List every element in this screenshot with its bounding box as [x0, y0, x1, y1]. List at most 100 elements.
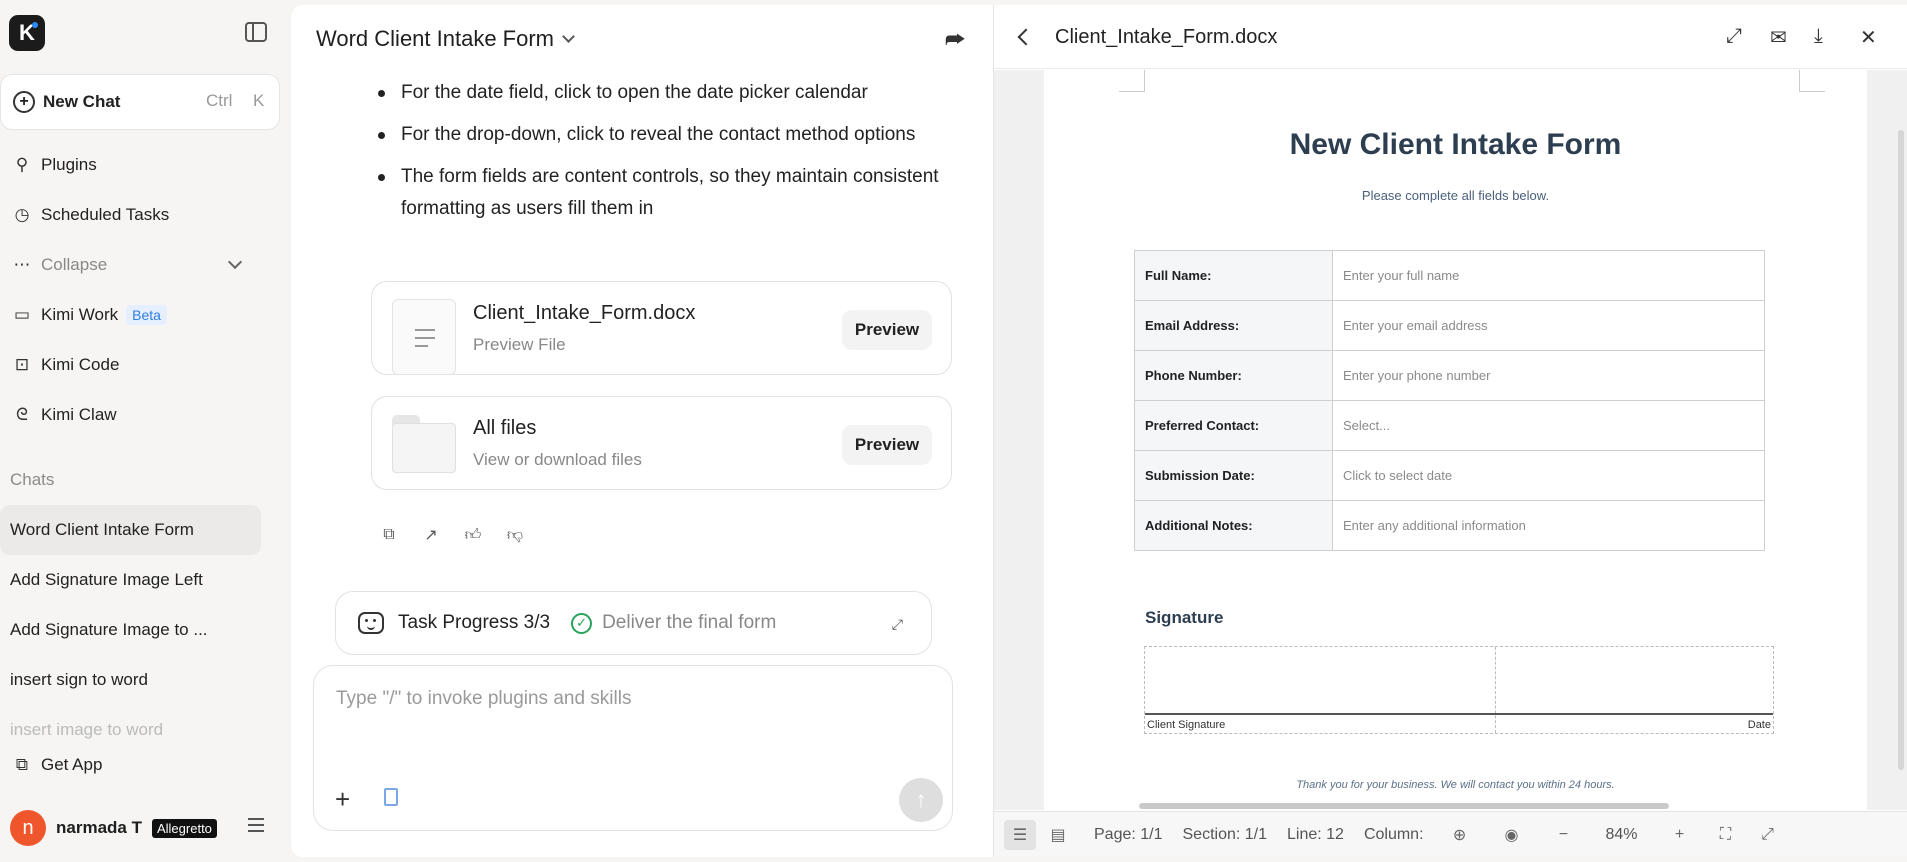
- fit-page-icon[interactable]: ⛶: [1710, 820, 1742, 850]
- task-progress[interactable]: Task Progress 3/3 ✓ Deliver the final fo…: [335, 591, 932, 655]
- document-icon: [392, 299, 456, 375]
- line-indicator: Line: 12: [1287, 825, 1344, 843]
- sidebar-item-label: Kimi Code: [41, 355, 120, 374]
- sidebar-item-plugins[interactable]: ⚲ Plugins: [0, 145, 280, 185]
- field-dropdown[interactable]: Select...: [1332, 400, 1765, 451]
- sidebar-item-kimi-claw[interactable]: ᘓ Kimi Claw: [0, 395, 280, 435]
- zoom-in-icon[interactable]: +: [1664, 820, 1696, 850]
- chat-title-dropdown[interactable]: Word Client Intake Form: [316, 26, 575, 52]
- vertical-scrollbar[interactable]: [1898, 130, 1904, 770]
- send-button[interactable]: ↑: [899, 778, 943, 822]
- page-indicator: Page: 1/1: [1094, 825, 1163, 843]
- sidebar-item-kimi-work[interactable]: ▭ Kimi Work Beta: [0, 295, 280, 335]
- message-composer[interactable]: Type "/" to invoke plugins and skills + …: [313, 665, 953, 831]
- back-icon[interactable]: [1017, 28, 1035, 46]
- get-app-button[interactable]: ⧉ Get App: [0, 745, 280, 785]
- client-signature-label: Client Signature: [1147, 719, 1226, 731]
- column-indicator: Column:: [1363, 825, 1424, 843]
- horizontal-scrollbar[interactable]: [1139, 803, 1669, 809]
- preview-header: Client_Intake_Form.docx ⤢ ✉ ⤓ ✕: [994, 5, 1907, 69]
- composer-input[interactable]: Type "/" to invoke plugins and skills: [336, 688, 631, 710]
- chat-item[interactable]: Add Signature Image Left: [0, 555, 261, 605]
- section-indicator: Section: 1/1: [1182, 825, 1268, 843]
- document-icon[interactable]: [384, 788, 398, 806]
- field-input[interactable]: Enter your email address: [1332, 300, 1765, 351]
- field-date-picker[interactable]: Click to select date: [1332, 450, 1765, 501]
- fullscreen-icon[interactable]: ⤢: [1752, 820, 1784, 850]
- field-label: Additional Notes:: [1134, 500, 1333, 551]
- chat-item[interactable]: insert sign to word: [0, 655, 261, 705]
- devices-icon: ⧉: [15, 755, 29, 774]
- kimi-logo[interactable]: K: [9, 15, 45, 51]
- sidebar-item-scheduled-tasks[interactable]: ◷ Scheduled Tasks: [0, 195, 280, 235]
- field-label: Email Address:: [1134, 300, 1333, 351]
- plus-circle-icon: +: [13, 91, 35, 113]
- beta-badge: Beta: [126, 305, 167, 325]
- thumbs-down-icon[interactable]: 👎︎: [506, 526, 524, 544]
- sidebar-item-collapse[interactable]: ⋯ Collapse: [0, 245, 280, 285]
- new-chat-button[interactable]: + New Chat Ctrl K: [0, 74, 280, 130]
- margin-mark: [1799, 70, 1825, 92]
- chat-item[interactable]: Add Signature Image to ...: [0, 605, 261, 655]
- plan-badge: Allegretto: [151, 818, 217, 838]
- new-chat-label: New Chat: [43, 92, 121, 111]
- close-icon[interactable]: ✕: [1860, 25, 1877, 50]
- chat-title: Word Client Intake Form: [316, 26, 555, 51]
- file-subtitle: Preview File: [473, 335, 566, 354]
- margin-mark: [1119, 70, 1145, 92]
- clock-icon: ◷: [14, 205, 30, 224]
- outline-view-icon[interactable]: ☰: [1004, 819, 1036, 850]
- download-icon[interactable]: ⤓: [1814, 25, 1823, 48]
- user-profile[interactable]: n narmada T Allegretto: [10, 810, 217, 846]
- zoom-out-icon[interactable]: −: [1548, 820, 1580, 850]
- field-input[interactable]: Enter your full name: [1332, 250, 1765, 301]
- avatar: n: [10, 810, 46, 846]
- task-progress-label: Task Progress 3/3: [398, 612, 551, 633]
- globe-icon[interactable]: ⊕: [1444, 820, 1476, 850]
- shortcut-k: K: [253, 91, 265, 110]
- claw-icon: ᘓ: [16, 405, 28, 424]
- bullet-item: For the date field, click to open the da…: [378, 77, 941, 109]
- chat-item[interactable]: Word Client Intake Form: [0, 505, 261, 555]
- signature-line: [1145, 713, 1773, 715]
- file-card-docx[interactable]: Client_Intake_Form.docx Preview File Pre…: [371, 281, 952, 375]
- mail-icon[interactable]: ✉: [1770, 25, 1787, 50]
- document-viewer[interactable]: New Client Intake Form Please complete a…: [994, 70, 1907, 810]
- share-icon[interactable]: ↗: [422, 526, 440, 544]
- table-row: Email Address: Enter your email address: [1134, 300, 1765, 351]
- preview-filename: Client_Intake_Form.docx: [1055, 26, 1278, 48]
- table-row: Submission Date: Click to select date: [1134, 450, 1765, 501]
- copy-icon[interactable]: ⧉: [380, 526, 398, 544]
- user-name: narmada T: [56, 818, 142, 837]
- shortcut-ctrl: Ctrl: [206, 91, 233, 110]
- menu-icon[interactable]: [248, 818, 264, 832]
- signature-box: Client Signature Date: [1144, 646, 1774, 734]
- sidebar-item-label: Plugins: [41, 155, 97, 174]
- folder-icon: [392, 415, 456, 473]
- field-input[interactable]: Enter any additional information: [1332, 500, 1765, 551]
- sidebar-item-label: Collapse: [41, 255, 108, 274]
- eye-icon[interactable]: ◉: [1496, 820, 1528, 850]
- message-actions: ⧉ ↗ 👍︎ 👎︎: [380, 526, 524, 544]
- table-row: Phone Number: Enter your phone number: [1134, 350, 1765, 401]
- terminal-icon: ⊡: [14, 355, 30, 374]
- field-label: Full Name:: [1134, 250, 1333, 301]
- preview-button[interactable]: Preview: [842, 310, 932, 350]
- share-icon[interactable]: ⮫: [945, 27, 965, 53]
- page-view-icon[interactable]: ▤: [1042, 820, 1074, 850]
- thumbs-up-icon[interactable]: 👍︎: [464, 526, 482, 544]
- table-row: Additional Notes: Enter any additional i…: [1134, 500, 1765, 551]
- chats-section-label: Chats: [10, 470, 55, 489]
- sidebar-toggle-icon[interactable]: [245, 22, 267, 42]
- preview-panel: Client_Intake_Form.docx ⤢ ✉ ⤓ ✕ New Clie…: [993, 5, 1907, 857]
- date-label: Date: [1747, 719, 1771, 731]
- file-card-all-files[interactable]: All files View or download files Preview: [371, 396, 952, 490]
- open-external-icon[interactable]: ⤢: [1726, 25, 1742, 48]
- sidebar-item-kimi-code[interactable]: ⊡ Kimi Code: [0, 345, 280, 385]
- preview-button[interactable]: Preview: [842, 425, 932, 465]
- chat-item[interactable]: insert image to word: [0, 715, 261, 745]
- plus-icon[interactable]: +: [335, 784, 350, 815]
- field-input[interactable]: Enter your phone number: [1332, 350, 1765, 401]
- expand-icon[interactable]: ⤢: [892, 616, 903, 633]
- zoom-level: 84%: [1605, 825, 1638, 843]
